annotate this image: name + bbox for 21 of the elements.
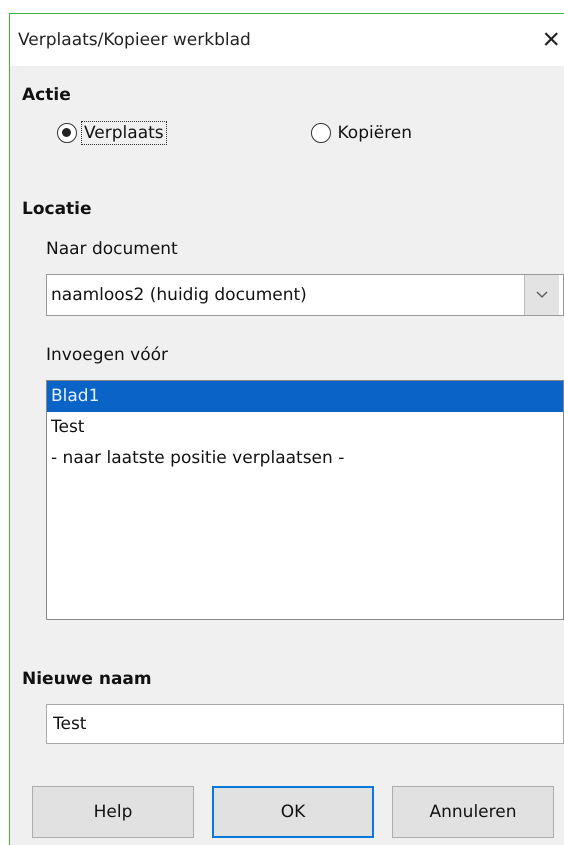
sheet-listbox[interactable]: Blad1 Test - naar laatste positie verplaatsen - [46, 380, 564, 620]
dialog-button[interactable]: Help [32, 786, 194, 838]
list-item[interactable]: - naar laatste positie verplaatsen - [47, 443, 563, 474]
section-heading: Nieuwe naam [22, 668, 153, 691]
section-heading: Actie [22, 84, 72, 107]
dialog-button[interactable]: OK [212, 786, 374, 838]
window-title: Verplaats/Kopieer werkblad [18, 30, 251, 50]
radio-label[interactable]: Kopiëren [334, 121, 416, 145]
section-heading: Locatie [22, 198, 93, 221]
list-item[interactable]: Test [47, 412, 563, 443]
list-item[interactable]: Blad1 [47, 381, 563, 412]
radio-button[interactable] [310, 123, 330, 143]
field-label: Naar document [46, 238, 179, 261]
dialog-button[interactable]: Annuleren [392, 786, 554, 838]
radio-label[interactable]: Verplaats [81, 121, 167, 145]
document-dropdown[interactable]: naamloos2 (huidig document) [46, 274, 564, 316]
field-label: Invoegen vóór [46, 344, 169, 367]
chevron-down-icon [536, 291, 548, 299]
close-button[interactable]: × [542, 25, 560, 55]
radio-button[interactable] [57, 123, 77, 143]
name-input-field[interactable]: Test [46, 704, 564, 744]
